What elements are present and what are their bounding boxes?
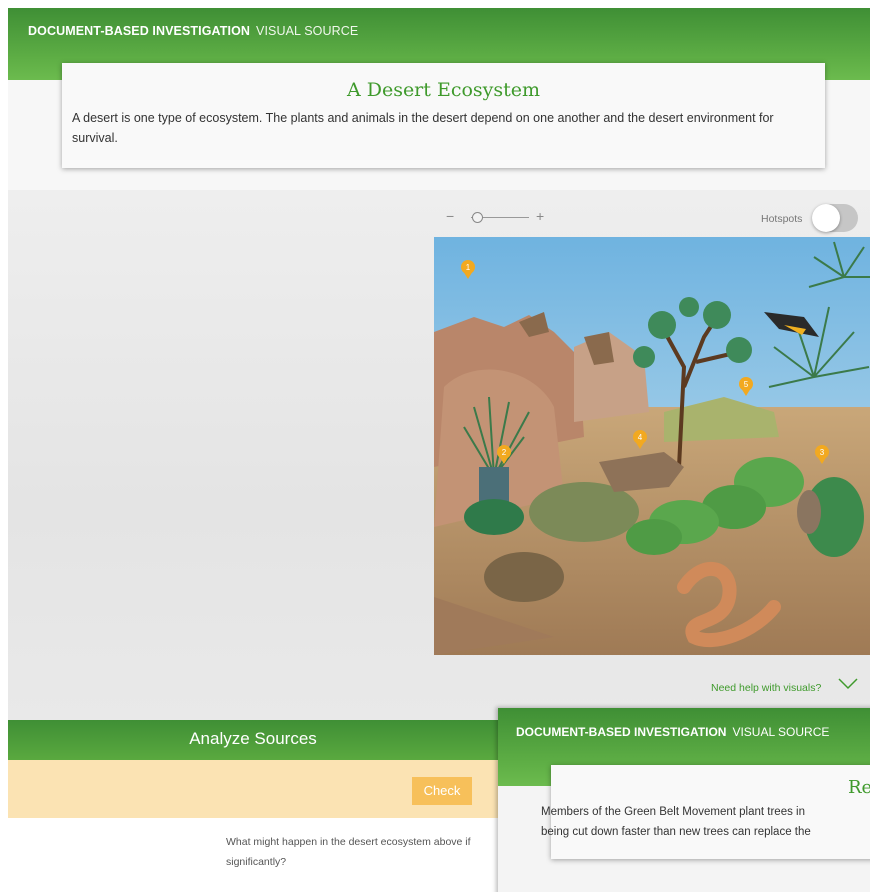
next-page-preview: DOCUMENT-BASED INVESTIGATION VISUAL SOURC… [498, 708, 870, 892]
hotspots-label: Hotspots [761, 213, 803, 225]
svg-text:3: 3 [820, 448, 825, 457]
zoom-out-button[interactable]: − [446, 208, 454, 224]
page-title: A Desert Ecosystem [346, 79, 541, 101]
zoom-slider-handle[interactable] [471, 212, 483, 223]
next-page-header-title: DOCUMENT-BASED INVESTIGATION VISUAL SOURC… [516, 725, 829, 739]
zoom-in-button[interactable]: + [536, 208, 544, 224]
svg-text:4: 4 [638, 433, 643, 442]
hotspots-toggle-knob [812, 204, 840, 232]
next-page-title-bold: DOCUMENT-BASED INVESTIGATION [516, 725, 727, 739]
hotspots-toggle[interactable] [812, 204, 858, 232]
image-viewer: − + Hotspots 1 2 3 4 5 Need help with vi… [8, 190, 870, 720]
desert-illustration: 1 2 3 4 5 [434, 237, 870, 655]
next-page-heading: Re [848, 777, 870, 798]
help-visuals-link[interactable]: Need help with visuals? [711, 682, 821, 694]
svg-text:2: 2 [502, 448, 507, 457]
desert-ecosystem-image: 1 2 3 4 5 [434, 237, 870, 655]
check-button[interactable]: Check [412, 777, 472, 805]
svg-text:5: 5 [744, 380, 749, 389]
zoom-control: − + [446, 208, 556, 226]
question-text: What might happen in the desert ecosyste… [226, 836, 471, 868]
header-title-sub: VISUAL SOURCE [256, 24, 359, 38]
next-page-text-line-1: Members of the Green Belt Movement plant… [541, 806, 805, 818]
tortoise-figure [484, 552, 564, 602]
next-page-card: Re Members of the Green Belt Movement pl… [541, 765, 870, 859]
intro-card: A Desert Ecosystem A desert is one type … [62, 63, 825, 168]
svg-text:1: 1 [466, 263, 471, 272]
analyze-sources-title: Analyze Sources [189, 729, 317, 748]
next-page-text: Members of the Green Belt Movement plant… [541, 802, 870, 842]
header-title-bold: DOCUMENT-BASED INVESTIGATION [28, 24, 251, 38]
header-title: DOCUMENT-BASED INVESTIGATION VISUAL SOURC… [28, 24, 358, 38]
intro-text: A desert is one type of ecosystem. The p… [72, 111, 774, 145]
next-page-title-sub: VISUAL SOURCE [732, 725, 830, 739]
chevron-down-icon[interactable] [838, 677, 858, 691]
next-page-text-line-2: being cut down faster than new trees can… [541, 826, 811, 838]
document-page: DOCUMENT-BASED INVESTIGATION VISUAL SOURC… [8, 8, 870, 892]
